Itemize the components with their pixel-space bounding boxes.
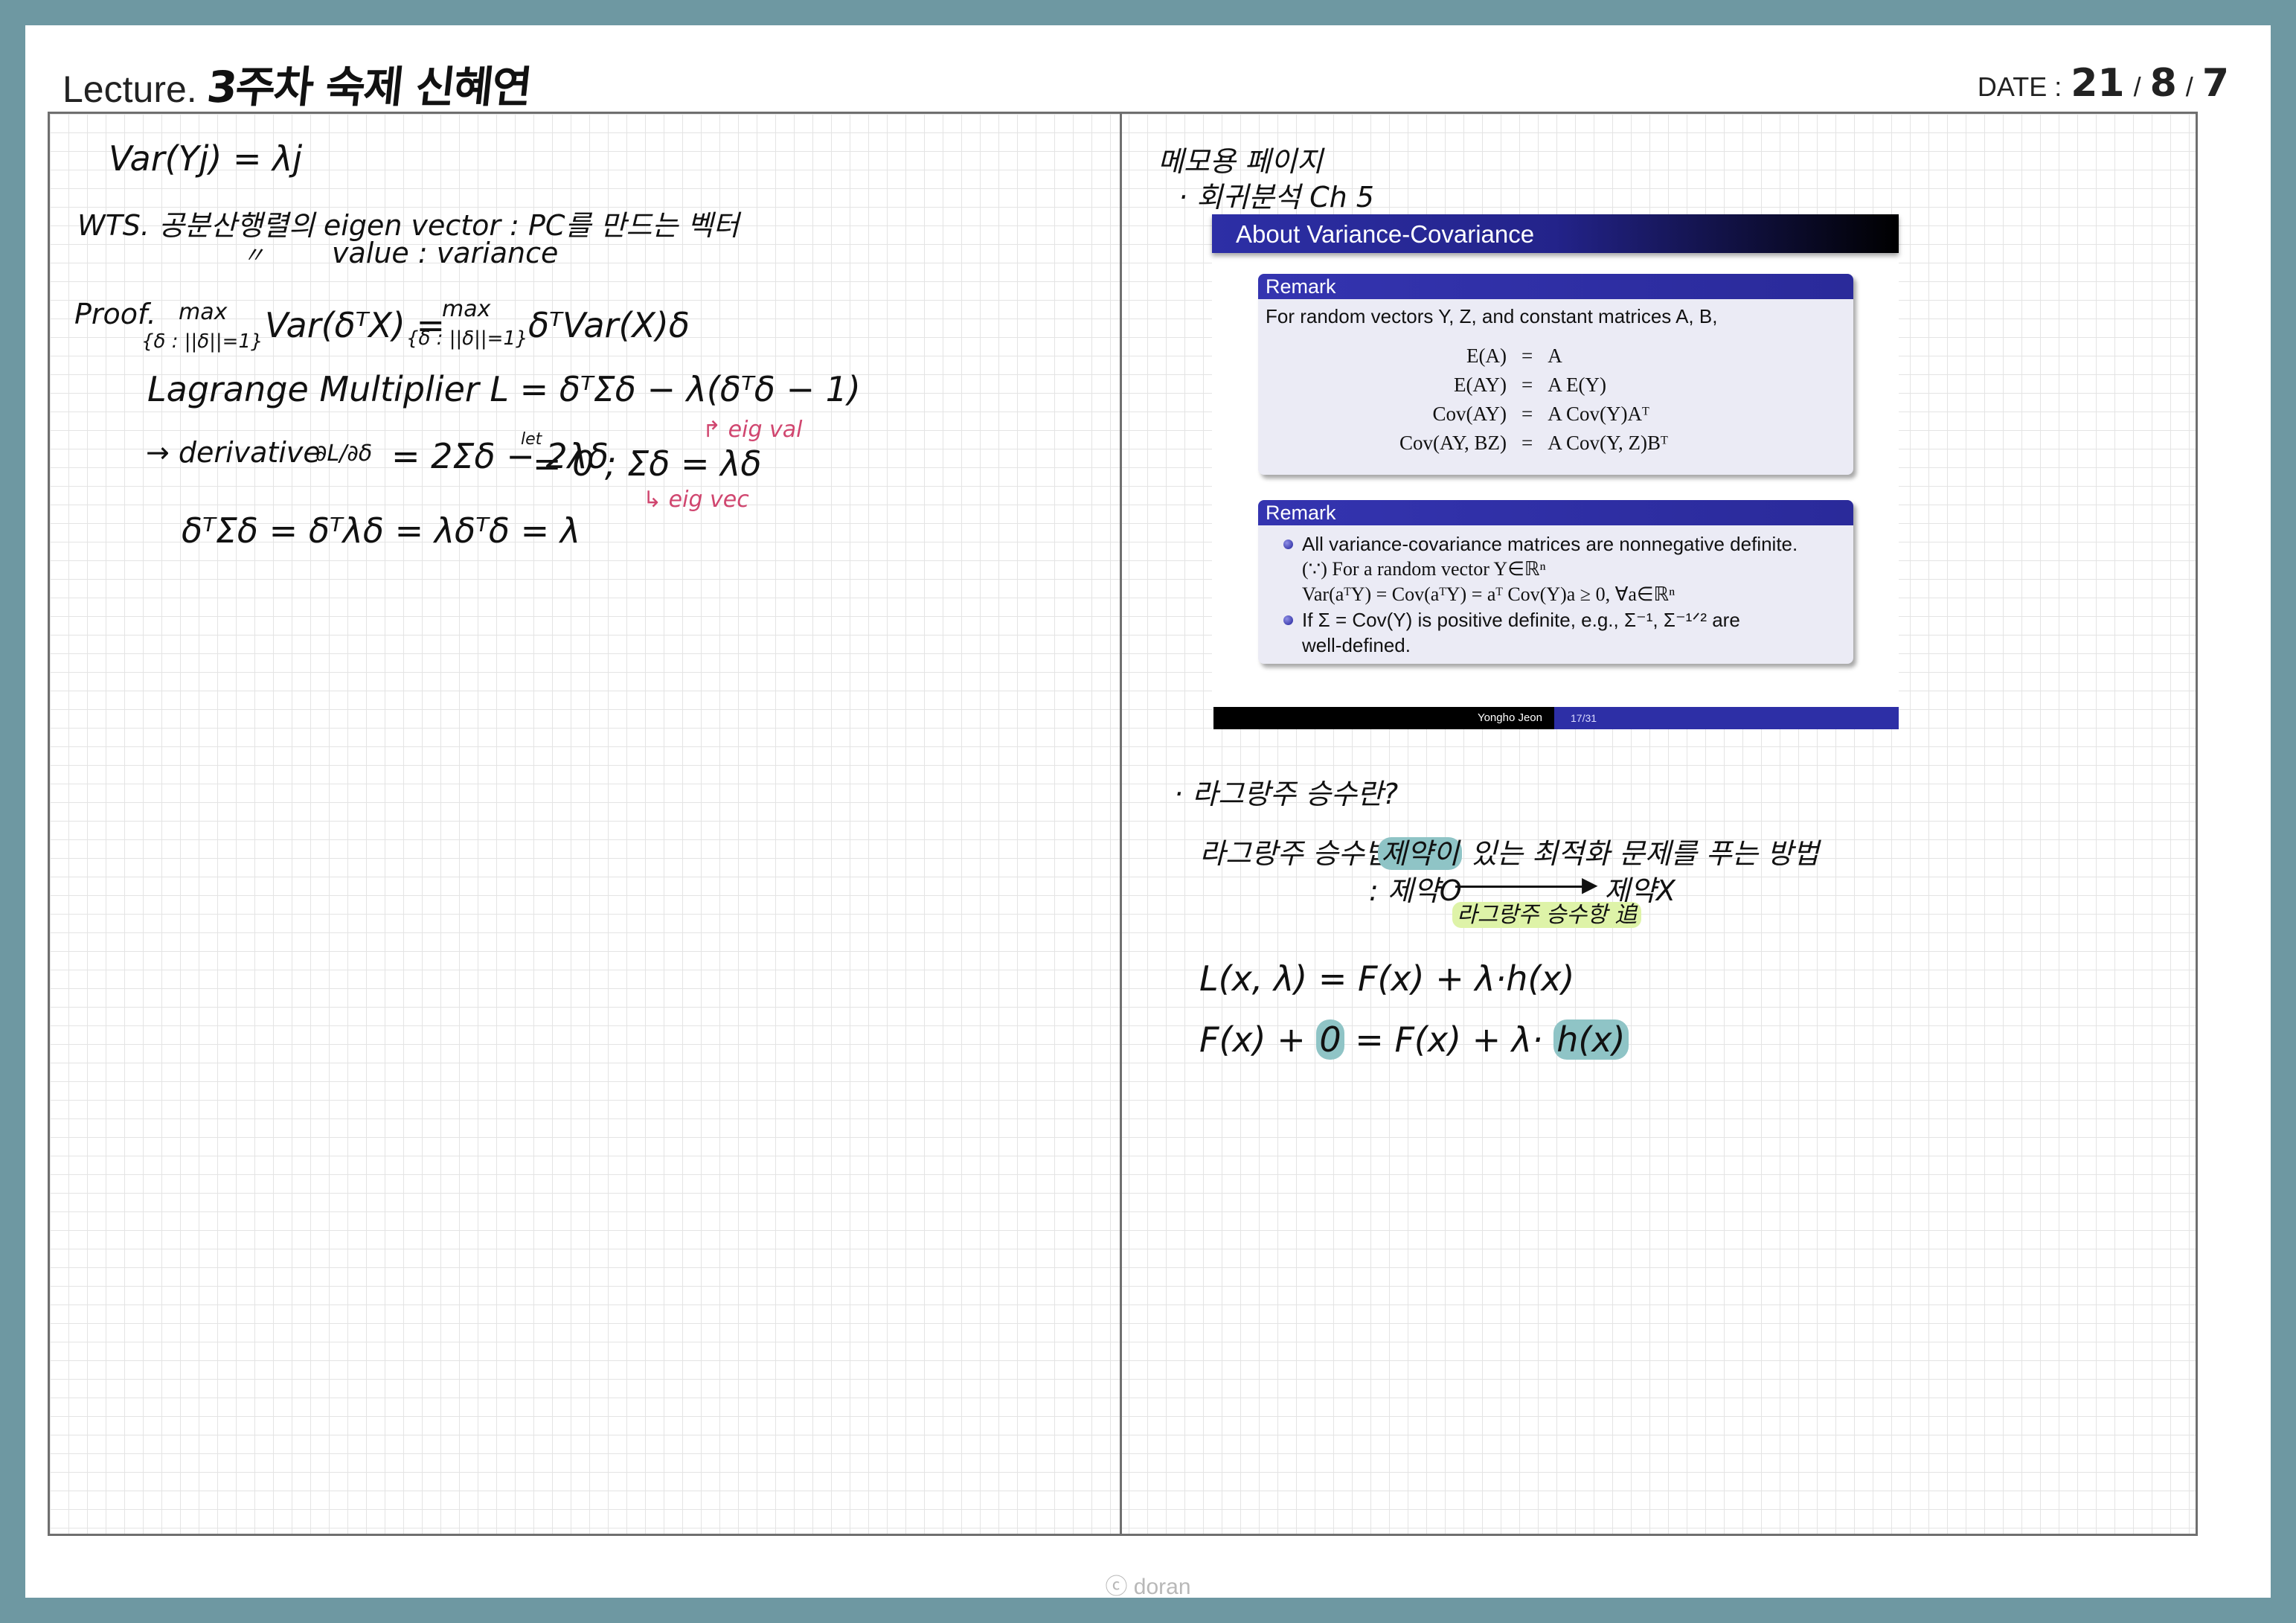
equation-rhs: A	[1548, 345, 1562, 367]
equation-op: =	[1521, 345, 1533, 367]
bullet-text: (∵) For a random vector Y∈ℝⁿ	[1302, 558, 1546, 580]
proof-subscript-1: {δ : ||δ||=1}	[141, 330, 263, 353]
date-year: 21	[2071, 61, 2125, 106]
method-rest: 있는 최적화 문제를 푸는 방법	[1470, 837, 1819, 870]
bullet-text: If Σ = Cov(Y) is positive definite, e.g.…	[1302, 609, 1740, 631]
date-separator: /	[2185, 71, 2193, 102]
proof-subscript-2: {δ : ||δ||=1}	[406, 327, 528, 350]
date-header: DATE : 21 / 8 / 7	[1978, 61, 2229, 106]
lagrangian-equation: L(x, λ) = F(x) + λ·h(x)	[1199, 958, 1575, 999]
bullet-text: Var(aᵀY) = Cov(aᵀY) = aᵀ Cov(Y)a ≥ 0, ∀a…	[1302, 583, 1675, 605]
equation-lhs: Cov(AY, BZ)	[1399, 432, 1507, 454]
equation-lhs: Cov(AY)	[1432, 403, 1507, 425]
remark-bullet: If Σ = Cov(Y) is positive definite, e.g.…	[1283, 607, 1846, 658]
remark-body: All variance-covariance matrices are non…	[1258, 525, 1853, 664]
remark-heading: Remark	[1258, 500, 1853, 525]
footer-author: Yongho Jeon	[1213, 707, 1554, 729]
equation-lhs: E(AY)	[1454, 374, 1507, 396]
derivative-fraction: ∂L/∂δ	[315, 441, 373, 467]
date-day: 7	[2202, 61, 2229, 106]
equation-row: E(AY) = A E(Y)	[1392, 371, 1675, 400]
remark-body: For random vectors Y, Z, and constant ma…	[1258, 299, 1853, 464]
remark-heading: Remark	[1258, 274, 1853, 299]
eq-part: F(x) +	[1199, 1019, 1306, 1060]
copyright: ⓒ doran	[1105, 1575, 1191, 1599]
equation-row: E(A) = A	[1392, 342, 1675, 371]
remark-box-1: Remark For random vectors Y, Z, and cons…	[1258, 274, 1853, 475]
memo-bullet-regression: · 회귀분석 Ch 5	[1179, 181, 1374, 214]
eig-vec-annotation: ↳ eig vec	[643, 487, 749, 513]
highlight-h: h(x)	[1553, 1019, 1629, 1060]
bullet-icon	[1283, 540, 1293, 549]
remark-box-2: Remark All variance-covariance matrices …	[1258, 500, 1853, 664]
ditto-mark: 〃	[243, 243, 265, 269]
footer-page-number: 17/31	[1554, 707, 1899, 729]
derivative-label: → derivative	[146, 436, 321, 469]
equation-row: Cov(AY, BZ) = A Cov(Y, Z)Bᵀ	[1392, 429, 1675, 458]
remark-text: For random vectors Y, Z, and constant ma…	[1266, 305, 1718, 327]
remark-bullet: All variance-covariance matrices are non…	[1283, 531, 1846, 607]
date-month: 8	[2149, 61, 2177, 106]
constraint-via: 라그랑주 승수항 追	[1452, 896, 1642, 929]
lecture-title: 3주차 숙제 신혜연	[204, 62, 533, 112]
slide-footer: Yongho Jeon 17/31	[1213, 707, 1899, 729]
equation-rhs: A Cov(Y, Z)Bᵀ	[1548, 432, 1668, 454]
embedded-slide: About Variance-Covariance Remark For ran…	[1212, 214, 1899, 729]
constraint-o: : 제약O	[1369, 874, 1462, 907]
equation-op: =	[1521, 432, 1533, 454]
proof-label: Proof.	[74, 298, 156, 330]
equation-row: Cov(AY) = A Cov(Y)Aᵀ	[1392, 400, 1675, 429]
derivative-result: = 0 ; Σδ = λδ	[533, 444, 762, 484]
equation-op: =	[1521, 403, 1533, 425]
highlight-zero: 0	[1316, 1019, 1344, 1060]
memo-title: 메모용 페이지	[1158, 145, 1323, 178]
equation-rhs: A E(Y)	[1548, 374, 1606, 396]
final-equation: δᵀΣδ = δᵀλδ = λδᵀδ = λ	[182, 510, 581, 551]
date-separator: /	[2133, 71, 2141, 102]
proof-max-2: max	[442, 296, 491, 322]
lagrange-line: Lagrange Multiplier L = δᵀΣδ − λ(δᵀδ − 1…	[147, 369, 861, 409]
wts-line-2: value : variance	[332, 237, 559, 269]
constraint-arrow-icon	[1455, 886, 1594, 888]
lagrangian-zero-equation: F(x) + 0 = F(x) + λ· h(x)	[1199, 1019, 1629, 1060]
eq-part: = F(x) + λ·	[1355, 1019, 1543, 1060]
date-label: DATE :	[1977, 71, 2062, 102]
var-yj-line: Var(Yj) = λj	[109, 138, 303, 179]
equation-op: =	[1521, 374, 1533, 396]
slide-title: About Variance-Covariance	[1236, 220, 1535, 248]
proof-quadratic: δᵀVar(X)δ	[528, 305, 690, 345]
eig-val-annotation: ↱ eig val	[702, 417, 803, 443]
bullet-text: All variance-covariance matrices are non…	[1302, 533, 1798, 555]
equation-table: E(A) = A E(AY) = A E(Y) Cov(AY) = A Cov(…	[1392, 342, 1675, 458]
bullet-text: well-defined.	[1302, 634, 1411, 656]
highlight-lagrange-term: 라그랑주 승수항 追	[1452, 902, 1642, 928]
lecture-label: Lecture.	[62, 68, 197, 110]
equation-rhs: A Cov(Y)Aᵀ	[1548, 403, 1649, 425]
page-divider	[1120, 112, 1122, 1536]
proof-max-1: max	[179, 299, 228, 325]
method-description: 제약이 있는 최적화 문제를 푸는 방법	[1378, 830, 1819, 871]
equation-lhs: E(A)	[1466, 345, 1507, 367]
memo-bullet-lagrange: · 라그랑주 승수란?	[1174, 778, 1399, 810]
slide-title-bar: About Variance-Covariance	[1212, 214, 1899, 253]
highlight-constraint: 제약이	[1378, 837, 1462, 870]
arrow-head-icon: ▶	[1582, 872, 1598, 897]
bullet-icon	[1283, 615, 1293, 625]
